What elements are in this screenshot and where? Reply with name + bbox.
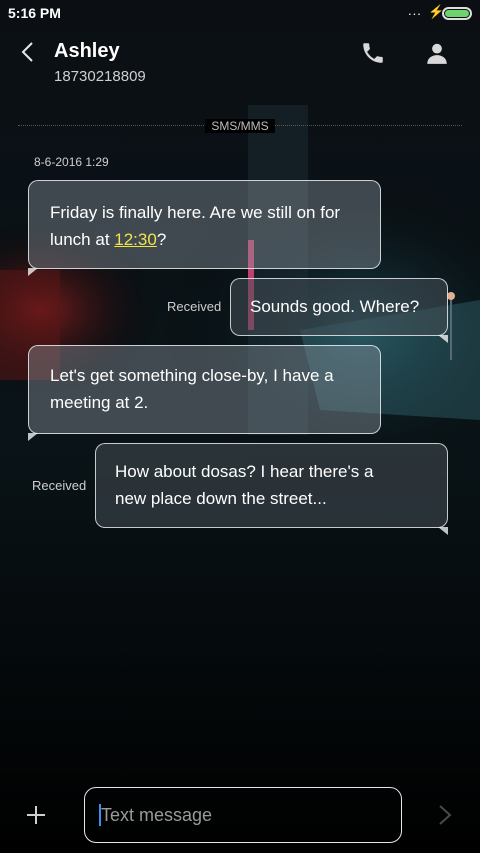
message-text: Let's get something close-by, I have a m… [50,366,334,412]
contact-name: Ashley [54,40,120,62]
send-icon[interactable] [434,803,456,827]
bubble-tail [438,335,448,343]
message-timestamp: 8-6-2016 1:29 [34,155,109,169]
phone-icon[interactable] [360,40,386,66]
time-link[interactable]: 12:30 [114,230,157,249]
plus-icon[interactable] [24,803,48,827]
contact-phone-number: 18730218809 [54,68,146,85]
delivery-status: Received [32,478,87,493]
status-time: 5:16 PM [8,5,61,21]
conversation-header: Ashley 18730218809 [0,28,480,98]
bubble-tail [28,433,38,441]
message-text: Sounds good. Where? [250,297,420,316]
channel-label: SMS/MMS [0,119,480,133]
outgoing-message-bubble[interactable]: How about dosas? I hear there's a new pl… [95,443,448,535]
message-text: How about dosas? I hear there's a new pl… [115,462,374,508]
message-text: Friday is finally here. Are we still on … [50,203,341,249]
message-input[interactable] [84,787,402,843]
status-bar: 5:16 PM ... ⚡ [0,0,480,28]
incoming-message-bubble[interactable]: Friday is finally here. Are we still on … [28,180,381,276]
back-arrow-icon[interactable] [16,40,40,64]
message-composer [0,775,480,853]
battery-icon [442,7,472,20]
text-cursor [99,804,101,826]
outgoing-message-bubble[interactable]: Sounds good. Where? [230,278,448,343]
incoming-message-bubble[interactable]: Let's get something close-by, I have a m… [28,345,381,441]
status-dots: ... [408,3,422,18]
bubble-tail [28,268,38,276]
delivery-status: Received [167,299,222,314]
bubble-tail [438,527,448,535]
contact-icon[interactable] [424,40,450,66]
